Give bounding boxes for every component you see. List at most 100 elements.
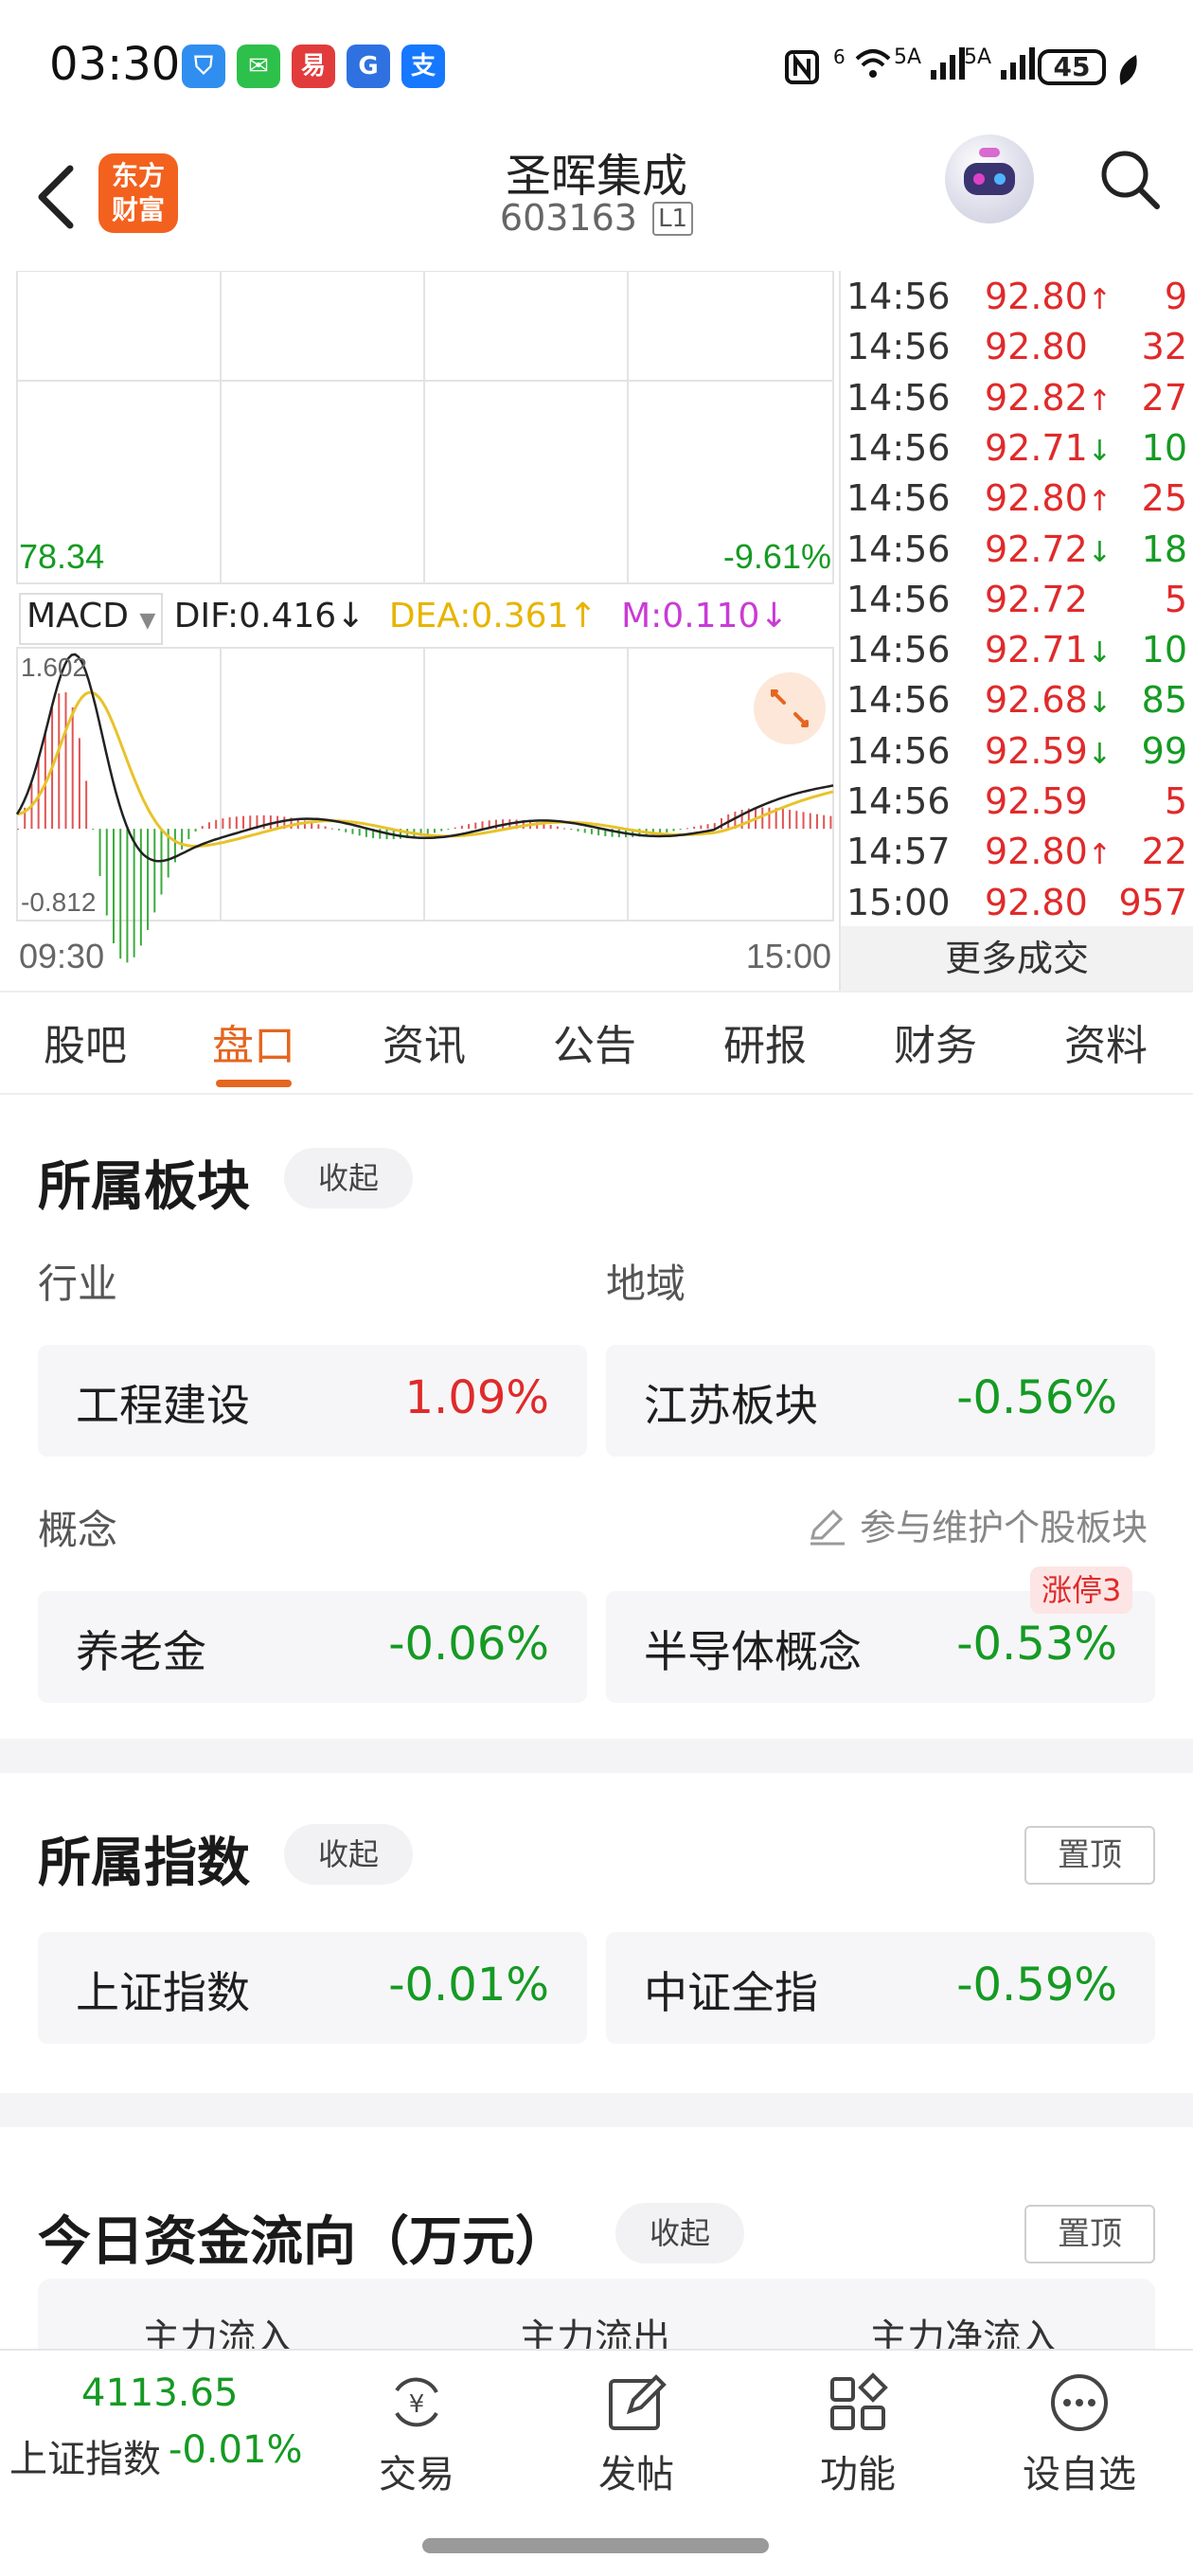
trade-row: 14:56 92.71↓ 10 <box>841 624 1193 675</box>
macd-bar <box>434 829 436 833</box>
search-icon[interactable] <box>1096 146 1163 212</box>
nav-post[interactable]: 发帖 <box>570 2360 703 2502</box>
macd-bar <box>92 829 95 831</box>
dropdown-arrow-icon: ▼ <box>139 609 156 633</box>
trade-volume: 10 <box>1141 426 1187 469</box>
trade-time: 14:57 <box>846 831 951 873</box>
trade-price: 92.80↑ <box>985 826 1112 881</box>
edit-icon <box>810 1509 845 1546</box>
macd-bar <box>679 829 682 831</box>
sector-card-region[interactable]: 江苏板块 -0.56% <box>606 1345 1155 1457</box>
index-pct: -0.01% <box>169 2428 303 2472</box>
svg-text:¥: ¥ <box>409 2390 425 2419</box>
tab-research[interactable]: 研报 <box>699 1011 831 1072</box>
nav-add-watchlist[interactable]: 设自选 <box>1013 2360 1146 2502</box>
home-indicator[interactable] <box>422 2538 769 2553</box>
tab-announcements[interactable]: 公告 <box>528 1011 661 1072</box>
assistant-robot-icon[interactable] <box>945 134 1034 224</box>
trade-price: 92.80↑ <box>985 271 1112 326</box>
trade-time: 14:56 <box>846 578 951 620</box>
macd-bar <box>351 829 354 834</box>
macd-bar <box>809 813 811 830</box>
trade-row: 14:56 92.82↑ 27 <box>841 372 1193 423</box>
sectors-section: 所属板块 收起 行业 地域 工程建设 1.09% 江苏板块 -0.56% 概念 … <box>0 1097 1193 1703</box>
trade-price-value: 92.82 <box>985 376 1088 419</box>
macd-bar <box>105 829 108 916</box>
macd-bar <box>64 692 67 830</box>
macd-bar <box>133 829 135 957</box>
trade-volume: 27 <box>1141 376 1187 419</box>
fund-flow-table: 主力流入 主力流出 主力净流入 <box>38 2279 1155 2349</box>
trade-direction-arrow: ↓ <box>1087 687 1112 721</box>
collapse-button[interactable]: 收起 <box>284 1148 413 1208</box>
fund-col-outflow: 主力流出 <box>519 2317 670 2349</box>
indicator-selector[interactable]: MACD ▼ <box>19 593 164 645</box>
maintain-sectors-link[interactable]: 参与维护个股板块 <box>807 1498 1148 1550</box>
nav-trade[interactable]: ¥ 交易 <box>350 2360 483 2502</box>
macd-bar <box>358 829 361 836</box>
tab-pankou[interactable]: 盘口 <box>187 1011 320 1072</box>
battery-indicator: 45 <box>1038 49 1106 85</box>
netease-icon: 易 <box>292 45 335 88</box>
index-name: 上证指数 <box>76 1967 250 2018</box>
level-badge[interactable]: L1 <box>652 202 694 236</box>
pin-top-button[interactable]: 置顶 <box>1024 1826 1155 1885</box>
sector-card-concept-1[interactable]: 养老金 -0.06% <box>38 1591 587 1703</box>
tab-finance[interactable]: 财务 <box>869 1011 1002 1072</box>
macd-bar <box>324 826 327 830</box>
index-card-1[interactable]: 上证指数 -0.01% <box>38 1932 587 2044</box>
macd-bar <box>153 829 156 913</box>
gf-securities-icon: G <box>347 45 390 88</box>
macd-bar <box>242 815 245 830</box>
collapse-button[interactable]: 收起 <box>284 1824 413 1885</box>
macd-bar <box>235 816 238 830</box>
collapse-button[interactable]: 收起 <box>615 2203 744 2263</box>
nav-label: 设自选 <box>1023 2453 1136 2496</box>
trade-direction-arrow: ↓ <box>1087 636 1112 671</box>
trade-ticks-panel: 14:56 92.80↑ 9 14:56 92.80 32 14:56 92.82↑ 27 14:… <box>839 271 1193 991</box>
trade-direction-arrow: ↓ <box>1087 535 1112 569</box>
macd-bar <box>570 829 573 831</box>
tab-news[interactable]: 资讯 <box>358 1011 490 1072</box>
price-low-label: 78.34 <box>19 537 104 576</box>
sector-card-industry[interactable]: 工程建设 1.09% <box>38 1345 587 1457</box>
pin-top-button[interactable]: 置顶 <box>1024 2205 1155 2263</box>
macd-bar <box>330 828 333 830</box>
section-divider <box>0 2093 1193 2127</box>
sector-pct: -0.53% <box>956 1618 1117 1671</box>
nav-label: 功能 <box>820 2453 896 2496</box>
index-card-2[interactable]: 中证全指 -0.59% <box>606 1932 1155 2044</box>
macd-bar <box>590 829 593 834</box>
macd-bar <box>700 825 703 830</box>
tab-profile[interactable]: 资料 <box>1040 1011 1172 1072</box>
macd-bar <box>563 828 566 830</box>
trade-volume: 957 <box>1118 881 1187 923</box>
m-text: M:0.110 <box>621 597 760 635</box>
trade-price: 92.59 <box>985 776 1088 831</box>
sector-pct: 1.09% <box>404 1371 549 1424</box>
macd-bar <box>85 780 88 830</box>
macd-bar <box>222 818 224 830</box>
stock-header: 东方 财富 圣晖集成 603163 L1 <box>0 133 1193 271</box>
trade-direction-arrow: ↓ <box>1087 737 1112 771</box>
nav-functions[interactable]: 功能 <box>792 2360 924 2502</box>
index-name: 上证指数 <box>9 2438 161 2481</box>
trade-time: 14:56 <box>846 629 951 671</box>
trade-price: 92.82↑ <box>985 372 1112 427</box>
tab-guba[interactable]: 股吧 <box>19 1011 151 1072</box>
limit-up-badge: 涨停3 <box>1030 1566 1133 1614</box>
macd-bar <box>781 809 784 830</box>
macd-bar <box>201 826 204 830</box>
macd-bar <box>147 829 150 930</box>
dif-text: DIF:0.416 <box>173 597 337 635</box>
sector-pct: -0.06% <box>388 1618 549 1671</box>
macd-bar <box>58 693 61 830</box>
macd-bar <box>345 829 347 832</box>
industry-label: 行业 <box>38 1261 118 1307</box>
macd-bar <box>228 817 231 830</box>
expand-chart-button[interactable] <box>754 672 826 744</box>
more-trades-button[interactable]: 更多成交 <box>841 926 1193 991</box>
sector-pct: -0.56% <box>956 1371 1117 1424</box>
macd-bar <box>78 738 80 830</box>
trade-price-value: 92.80 <box>985 326 1088 368</box>
